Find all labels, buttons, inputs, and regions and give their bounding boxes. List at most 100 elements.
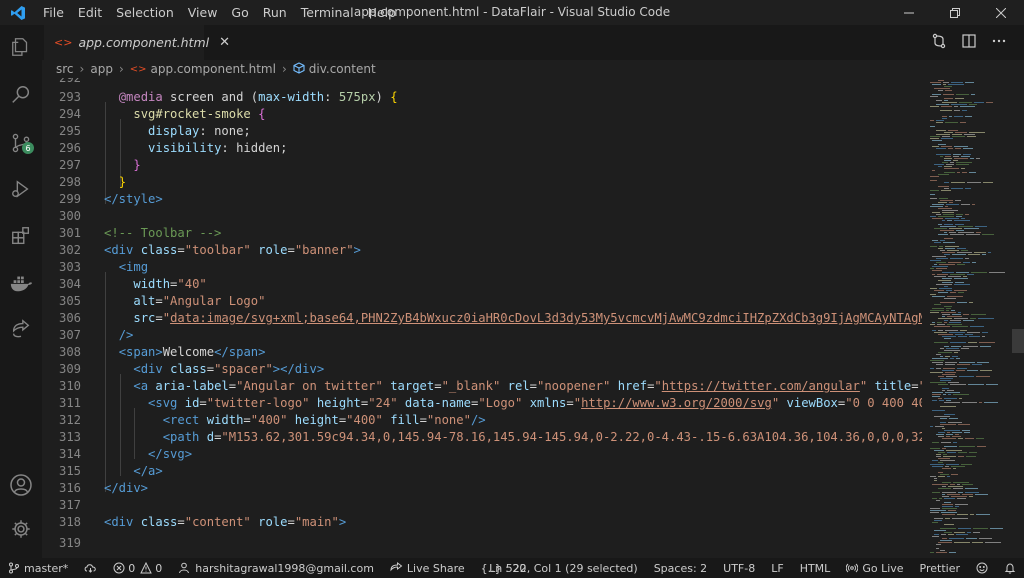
minimap-line [990,528,1003,529]
line-number: 299 [58,192,81,206]
minimap-line [970,158,974,159]
minimap-line [944,320,948,321]
minimap-line [969,302,973,303]
breadcrumb-src[interactable]: src [56,62,74,76]
menu-edit[interactable]: Edit [71,5,109,20]
minimap-line [937,324,945,325]
account-status[interactable]: harshitagrawal1998@gmail.com [170,562,382,575]
split-editor-icon[interactable] [954,33,984,53]
manage-gear-icon[interactable] [0,509,42,549]
minimap-line [956,370,965,371]
minimap-line [930,268,934,269]
source-control-icon[interactable]: 6 [0,123,42,163]
minimap[interactable] [926,78,1012,558]
minimap-line [943,368,955,369]
code-line: 315 </a> [42,463,922,480]
tab-app-component-html[interactable]: <> app.component.html ✕ [44,25,230,60]
account-icon[interactable] [0,465,42,505]
menu-view[interactable]: View [181,5,225,20]
restore-icon[interactable] [932,0,978,25]
minimap-line [955,148,961,149]
cursor-position[interactable]: Ln 522, Col 1 (29 selected) [481,562,646,575]
minimap-line [952,136,965,137]
close-window-icon[interactable] [978,0,1024,25]
more-actions-icon[interactable] [984,33,1014,53]
minimap-line [932,84,941,85]
minimap-line [938,352,952,353]
explorer-icon[interactable] [0,27,42,67]
minimap-line [938,202,947,203]
line-number: 293 [58,90,81,104]
menu-file[interactable]: File [36,5,71,20]
vertical-scrollbar[interactable] [1012,78,1024,558]
minimap-line [948,276,961,277]
minimize-icon[interactable] [886,0,932,25]
notifications-bell-icon[interactable] [996,562,1024,574]
minimap-line [938,462,943,463]
line-number: 304 [58,277,81,291]
source-control-badge: 6 [22,142,34,154]
minimap-line [942,538,947,539]
code-editor[interactable]: 292 293 @media screen and (max-width: 57… [42,78,922,558]
minimap-line [938,488,951,489]
line-number: 316 [58,481,81,495]
open-changes-icon[interactable] [924,33,954,53]
menu-help[interactable]: Help [361,5,404,20]
minimap-line [942,388,949,389]
minimap-line [943,454,947,455]
menu-terminal[interactable]: Terminal [294,5,361,20]
extensions-icon[interactable] [0,216,42,256]
minimap-line [932,396,940,397]
menu-run[interactable]: Run [256,5,294,20]
run-debug-icon[interactable] [0,169,42,209]
code-line: 307 /> [42,327,922,344]
minimap-line [976,232,981,233]
minimap-line [943,84,946,85]
problems-status[interactable]: 0 0 [105,562,170,575]
minimap-line [940,550,945,551]
error-icon [113,562,125,574]
live-share-icon[interactable] [0,309,42,349]
docker-icon[interactable] [0,263,42,303]
prettier-status[interactable]: Prettier [912,562,968,575]
menu-go[interactable]: Go [224,5,255,20]
language-mode[interactable]: HTML [792,562,839,575]
minimap-line [932,212,940,213]
minimap-line [957,172,960,173]
indentation[interactable]: Spaces: 2 [646,562,715,575]
minimap-line [942,316,945,317]
minimap-line [968,254,980,255]
feedback-icon[interactable] [968,562,996,574]
minimap-line [930,464,944,465]
account-email: harshitagrawal1998@gmail.com [195,561,374,575]
minimap-line [961,250,968,251]
minimap-line [952,436,961,437]
minimap-line [932,240,938,241]
breadcrumb-app[interactable]: app [90,62,113,76]
minimap-line [946,308,951,309]
minimap-line [946,348,959,349]
search-icon[interactable] [0,75,42,115]
minimap-line [942,212,954,213]
close-tab-icon[interactable]: ✕ [219,35,230,50]
menu-selection[interactable]: Selection [109,5,181,20]
sync-icon[interactable] [76,562,105,574]
minimap-line [941,138,953,139]
minimap-line [940,356,943,357]
breadcrumb-file[interactable]: app.component.html [151,62,276,76]
minimap-line [930,288,937,289]
end-of-line[interactable]: LF [763,562,791,575]
minimap-line [980,370,992,371]
scrollbar-thumb[interactable] [1012,329,1024,353]
breadcrumb-symbol[interactable]: div.content [309,62,376,76]
branch-status[interactable]: master* [0,562,76,575]
live-share-status[interactable]: Live Share [382,562,473,575]
encoding[interactable]: UTF-8 [715,562,763,575]
go-live-button[interactable]: Go Live [838,562,911,575]
minimap-line [947,432,950,433]
minimap-line [957,364,970,365]
line-number: 308 [58,345,81,359]
minimap-line [951,466,965,467]
minimap-line [982,332,988,333]
minimap-line [947,220,952,221]
